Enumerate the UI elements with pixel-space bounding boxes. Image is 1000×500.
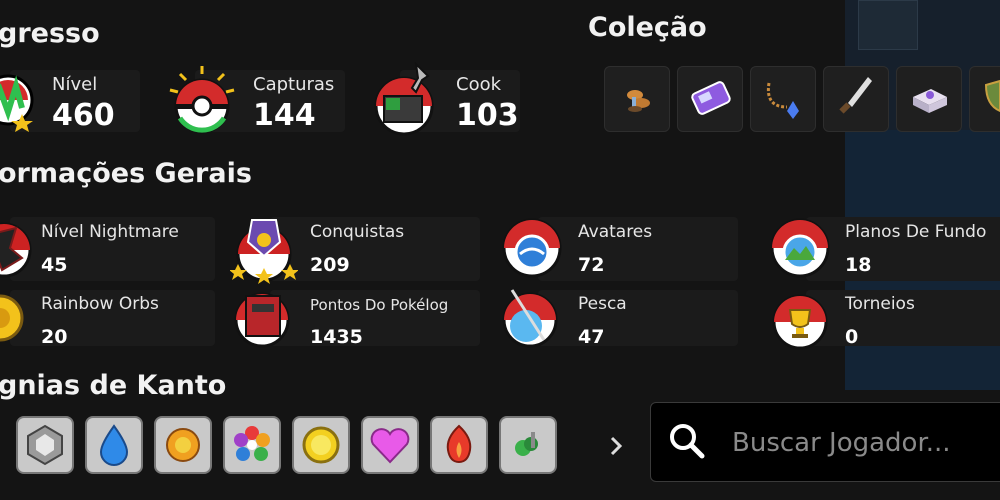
cook-icon: [370, 61, 442, 136]
stat-level-value: 460: [52, 98, 115, 133]
info-value: 18: [845, 254, 872, 276]
pokelog-icon: [232, 288, 296, 348]
rainbow-badge-icon[interactable]: [223, 416, 281, 474]
landscape-icon: [768, 216, 832, 280]
info-value: 209: [310, 254, 350, 276]
cascade-badge-icon[interactable]: [85, 416, 143, 474]
medal-icon: [229, 212, 299, 284]
info-value: 20: [41, 326, 68, 348]
trophy-icon: [768, 288, 832, 350]
nightmare-icon: [0, 214, 36, 282]
search-icon[interactable]: [666, 420, 708, 462]
search-input[interactable]: [730, 422, 994, 464]
marsh-badge-icon[interactable]: [361, 416, 419, 474]
info-label: Rainbow Orbs: [41, 294, 159, 314]
boulder-badge-icon[interactable]: [16, 416, 74, 474]
collection-slot[interactable]: [896, 66, 962, 132]
info-label: Pesca: [578, 294, 627, 314]
stat-cook-value: 103: [456, 98, 519, 133]
knife-icon: [839, 77, 872, 114]
stat-captures-label: Capturas: [253, 74, 335, 95]
stat-level-label: Nível: [52, 74, 98, 95]
info-label: Pontos Do Pokélog: [310, 296, 449, 314]
info-label: Conquistas: [310, 222, 405, 242]
info-label: Nível Nightmare: [41, 222, 179, 242]
avatar-icon: [500, 216, 564, 280]
collection-slot[interactable]: [823, 66, 889, 132]
crate-icon: [913, 89, 947, 113]
info-value: 0: [845, 326, 859, 348]
stat-cook-label: Cook: [456, 74, 502, 95]
info-value: 1435: [310, 326, 363, 348]
info-title: ormações Gerais: [0, 158, 252, 189]
info-value: 72: [578, 254, 605, 276]
info-label: Planos De Fundo: [845, 222, 987, 242]
stat-captures-value: 144: [253, 98, 316, 133]
thunder-badge-icon[interactable]: [154, 416, 212, 474]
fishing-rod-icon: [500, 286, 564, 348]
collection-slot[interactable]: [969, 66, 1000, 132]
info-row: [538, 290, 738, 346]
level-icon: [0, 68, 40, 132]
mushroom-icon: [627, 90, 650, 112]
background-door: [858, 0, 918, 50]
pendant-icon: [766, 82, 799, 119]
info-label: Torneios: [845, 294, 915, 314]
collection-title: Coleção: [588, 12, 707, 43]
next-arrow-icon[interactable]: [604, 428, 628, 464]
badges-title: gnias de Kanto: [0, 370, 227, 401]
collection-slot[interactable]: [750, 66, 816, 132]
captures-icon: [166, 64, 238, 136]
collection-slot[interactable]: [677, 66, 743, 132]
progress-title: gresso: [0, 18, 100, 49]
volcano-badge-icon[interactable]: [430, 416, 488, 474]
collection-slot[interactable]: [604, 66, 670, 132]
purple-device-icon: [691, 81, 731, 115]
orb-icon: [0, 288, 32, 348]
info-label: Avatares: [578, 222, 653, 242]
soul-badge-icon[interactable]: [292, 416, 350, 474]
earth-badge-icon[interactable]: [499, 416, 557, 474]
info-value: 47: [578, 326, 605, 348]
shield-icon: [984, 79, 1000, 113]
info-value: 45: [41, 254, 68, 276]
